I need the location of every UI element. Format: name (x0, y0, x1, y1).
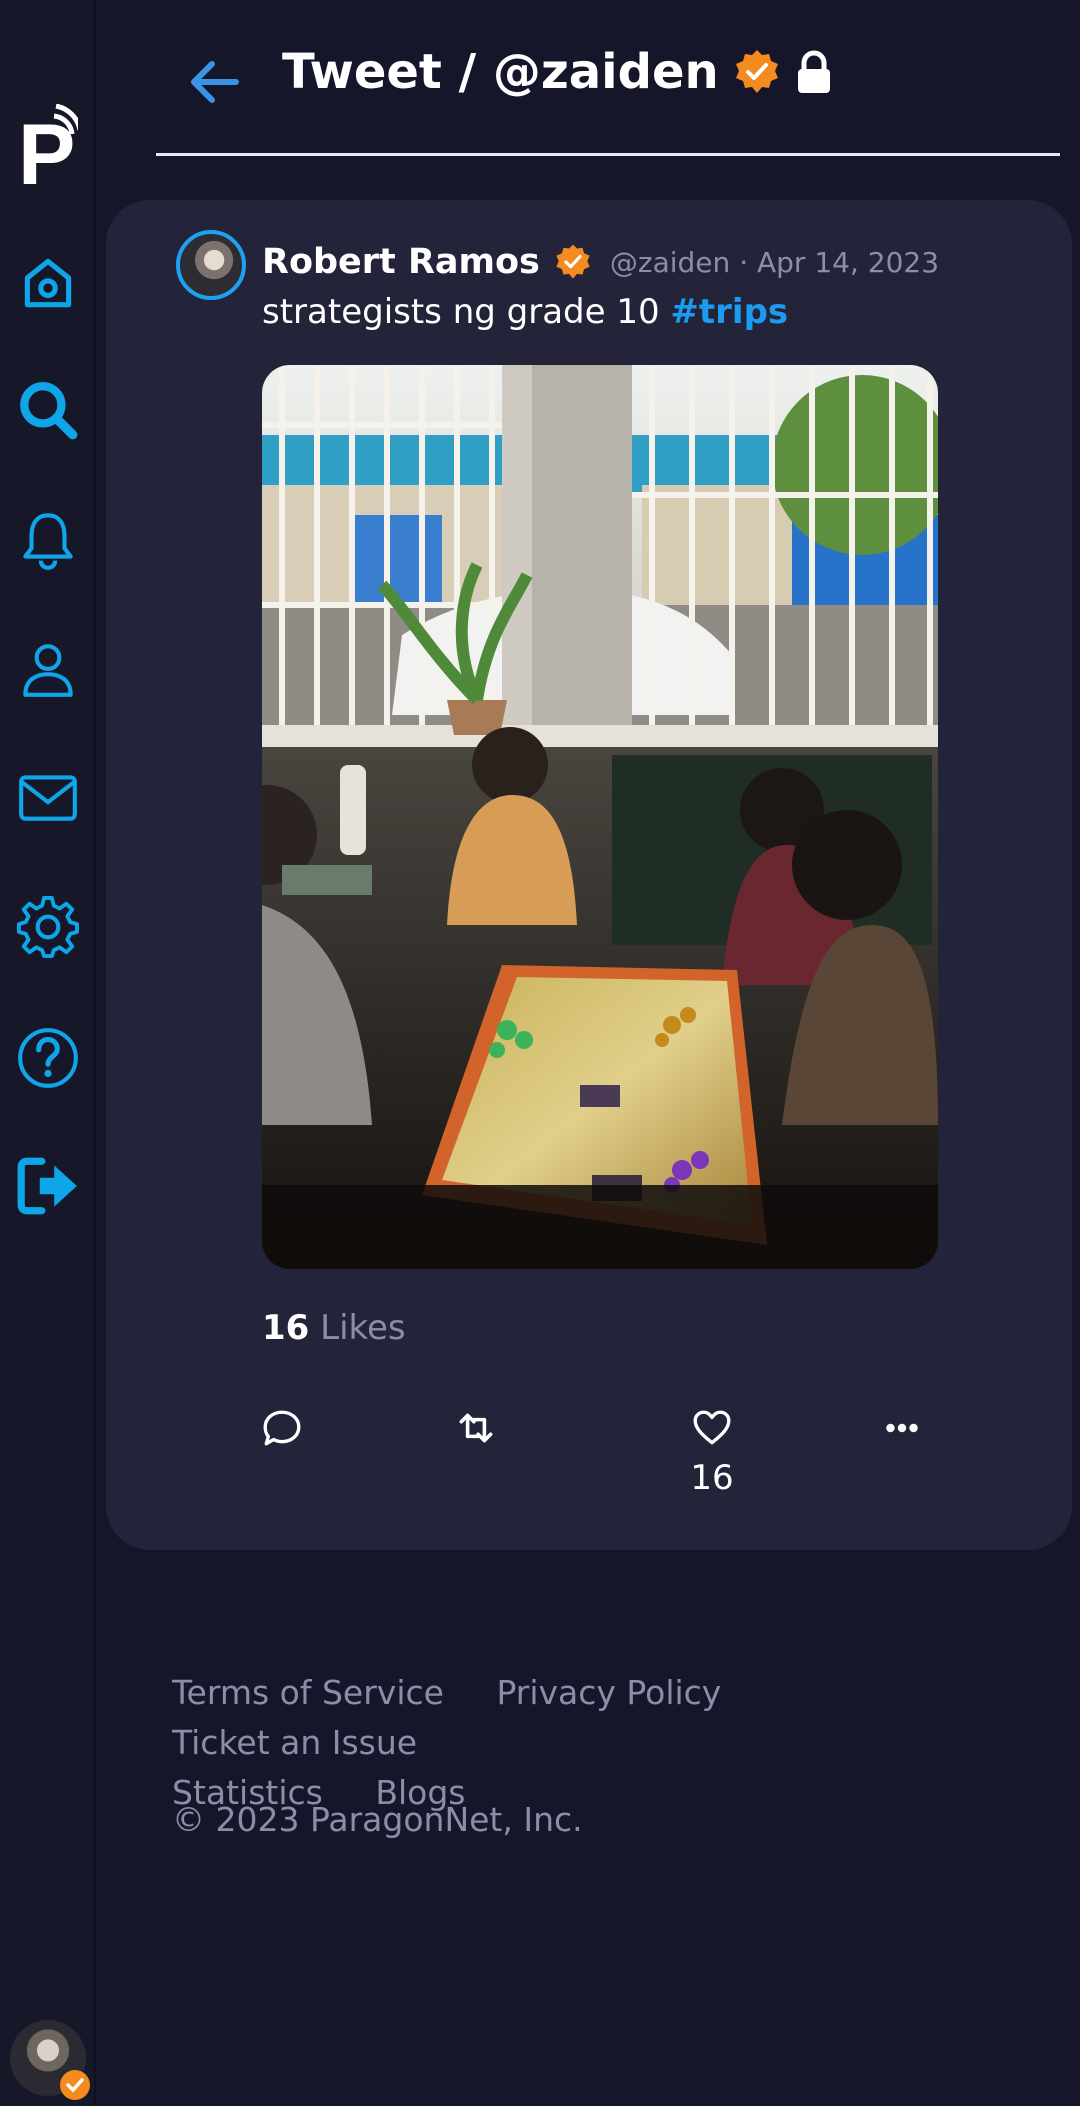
retweet-button[interactable] (446, 1398, 506, 1458)
nav-home[interactable] (8, 242, 88, 322)
verified-badge-icon (735, 50, 778, 93)
author-handle[interactable]: @zaiden (610, 246, 730, 279)
nav-settings[interactable] (8, 888, 88, 968)
sidebar: P (0, 0, 96, 2106)
tweet-text: strategists ng grade 10 #trips (262, 292, 788, 332)
verified-badge-icon (60, 2070, 90, 2100)
nav-logout[interactable] (8, 1146, 88, 1226)
lock-icon (797, 50, 830, 93)
user-icon (23, 644, 73, 697)
back-button[interactable] (184, 50, 244, 110)
heart-icon (693, 1410, 731, 1445)
like-count: 16 (690, 1458, 734, 1498)
verified-badge-icon (556, 244, 590, 279)
gear-icon (16, 895, 79, 959)
footer-link-ticket[interactable]: Ticket an Issue (172, 1723, 417, 1762)
tweet-author-line: Robert Ramos @zaiden · Apr 14, 2023 (262, 234, 939, 290)
help-icon (18, 1028, 78, 1088)
nav-profile[interactable] (8, 630, 88, 710)
meta-separator: · (739, 245, 749, 279)
tweet-date: Apr 14, 2023 (757, 245, 940, 279)
author-avatar[interactable] (176, 230, 246, 300)
copyright: © 2023 ParagonNet, Inc. (172, 1800, 583, 1839)
tweet-photo[interactable] (262, 365, 938, 1269)
more-icon (886, 1423, 918, 1433)
retweet-icon (459, 1413, 493, 1443)
reply-button[interactable] (252, 1398, 312, 1458)
author-name[interactable]: Robert Ramos (262, 242, 540, 282)
footer-link-terms[interactable]: Terms of Service (172, 1673, 444, 1712)
board-game-photo (262, 365, 938, 1269)
likes-count: 16 (262, 1308, 310, 1348)
nav-notifications[interactable] (8, 500, 88, 580)
hashtag-link[interactable]: #trips (670, 292, 788, 332)
mail-icon (19, 775, 77, 821)
bell-icon (23, 513, 73, 570)
comment-icon (263, 1410, 301, 1446)
nav-messages[interactable] (8, 758, 88, 838)
footer-link-privacy[interactable]: Privacy Policy (496, 1673, 721, 1712)
footer-links: Terms of Service Privacy Policy Ticket a… (172, 1668, 992, 1818)
like-button[interactable] (682, 1398, 742, 1458)
paragon-logo[interactable]: P (18, 103, 83, 203)
page-title: Tweet / @zaiden (282, 44, 719, 100)
nav-search[interactable] (8, 370, 88, 450)
tweet-meta: @zaiden · Apr 14, 2023 (610, 246, 939, 279)
arrow-left-icon (191, 61, 239, 103)
tweet-body: strategists ng grade 10 (262, 292, 660, 332)
nav-help[interactable] (8, 1018, 88, 1098)
logout-icon (17, 1157, 77, 1215)
home-icon (24, 258, 72, 308)
likes-summary[interactable]: 16 Likes (262, 1308, 406, 1348)
tweet-card: Robert Ramos @zaiden · Apr 14, 2023 stra… (106, 200, 1072, 1550)
more-button[interactable] (872, 1398, 932, 1458)
likes-label: Likes (320, 1308, 406, 1348)
search-icon (20, 382, 78, 440)
page-title-row: Tweet / @zaiden (282, 44, 833, 100)
page-header: Tweet / @zaiden (156, 0, 1060, 156)
current-user-avatar[interactable] (10, 2020, 90, 2100)
